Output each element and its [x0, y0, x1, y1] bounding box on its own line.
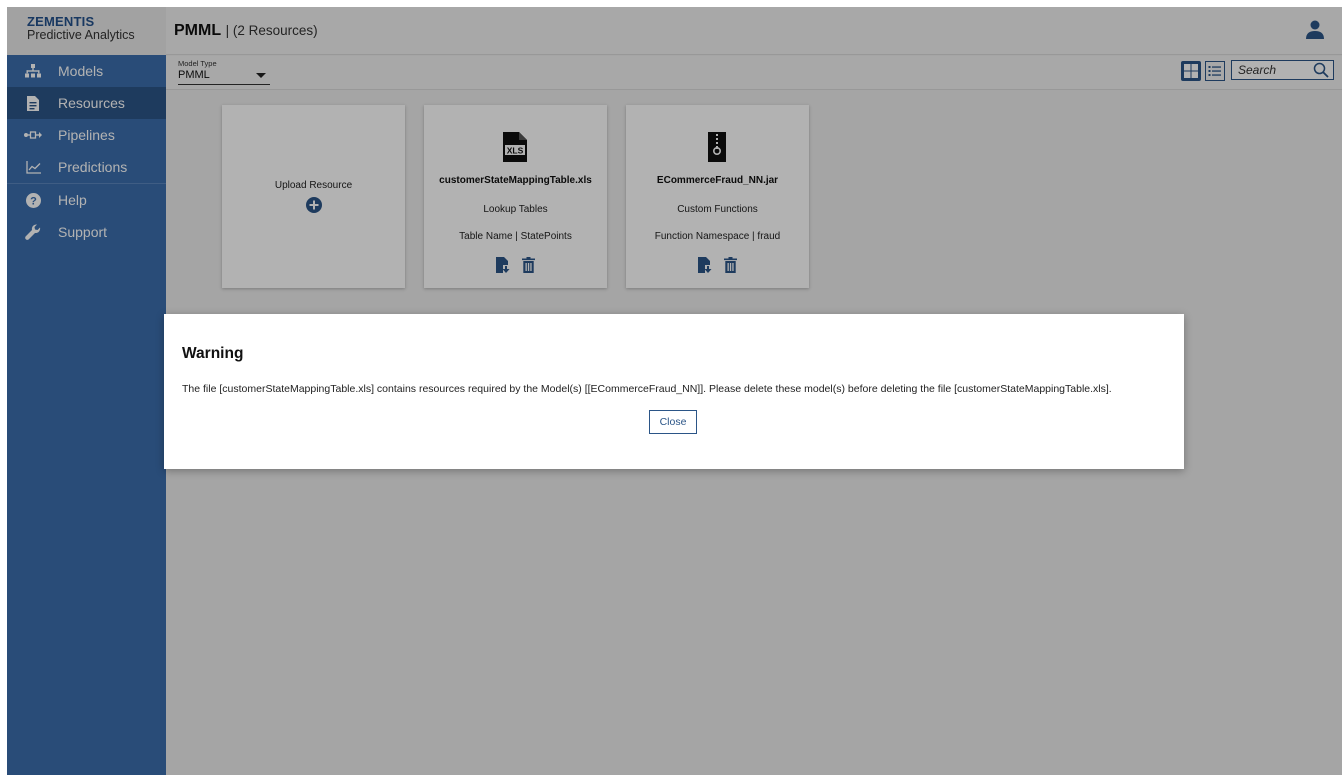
close-button[interactable]: Close: [649, 410, 697, 434]
app-window: ZEMENTIS Predictive Analytics PMML | (2 …: [7, 7, 1342, 775]
dialog-message: The file [customerStateMappingTable.xls]…: [182, 383, 1112, 395]
warning-dialog: Warning The file [customerStateMappingTa…: [164, 314, 1184, 469]
dialog-title: Warning: [182, 345, 244, 362]
